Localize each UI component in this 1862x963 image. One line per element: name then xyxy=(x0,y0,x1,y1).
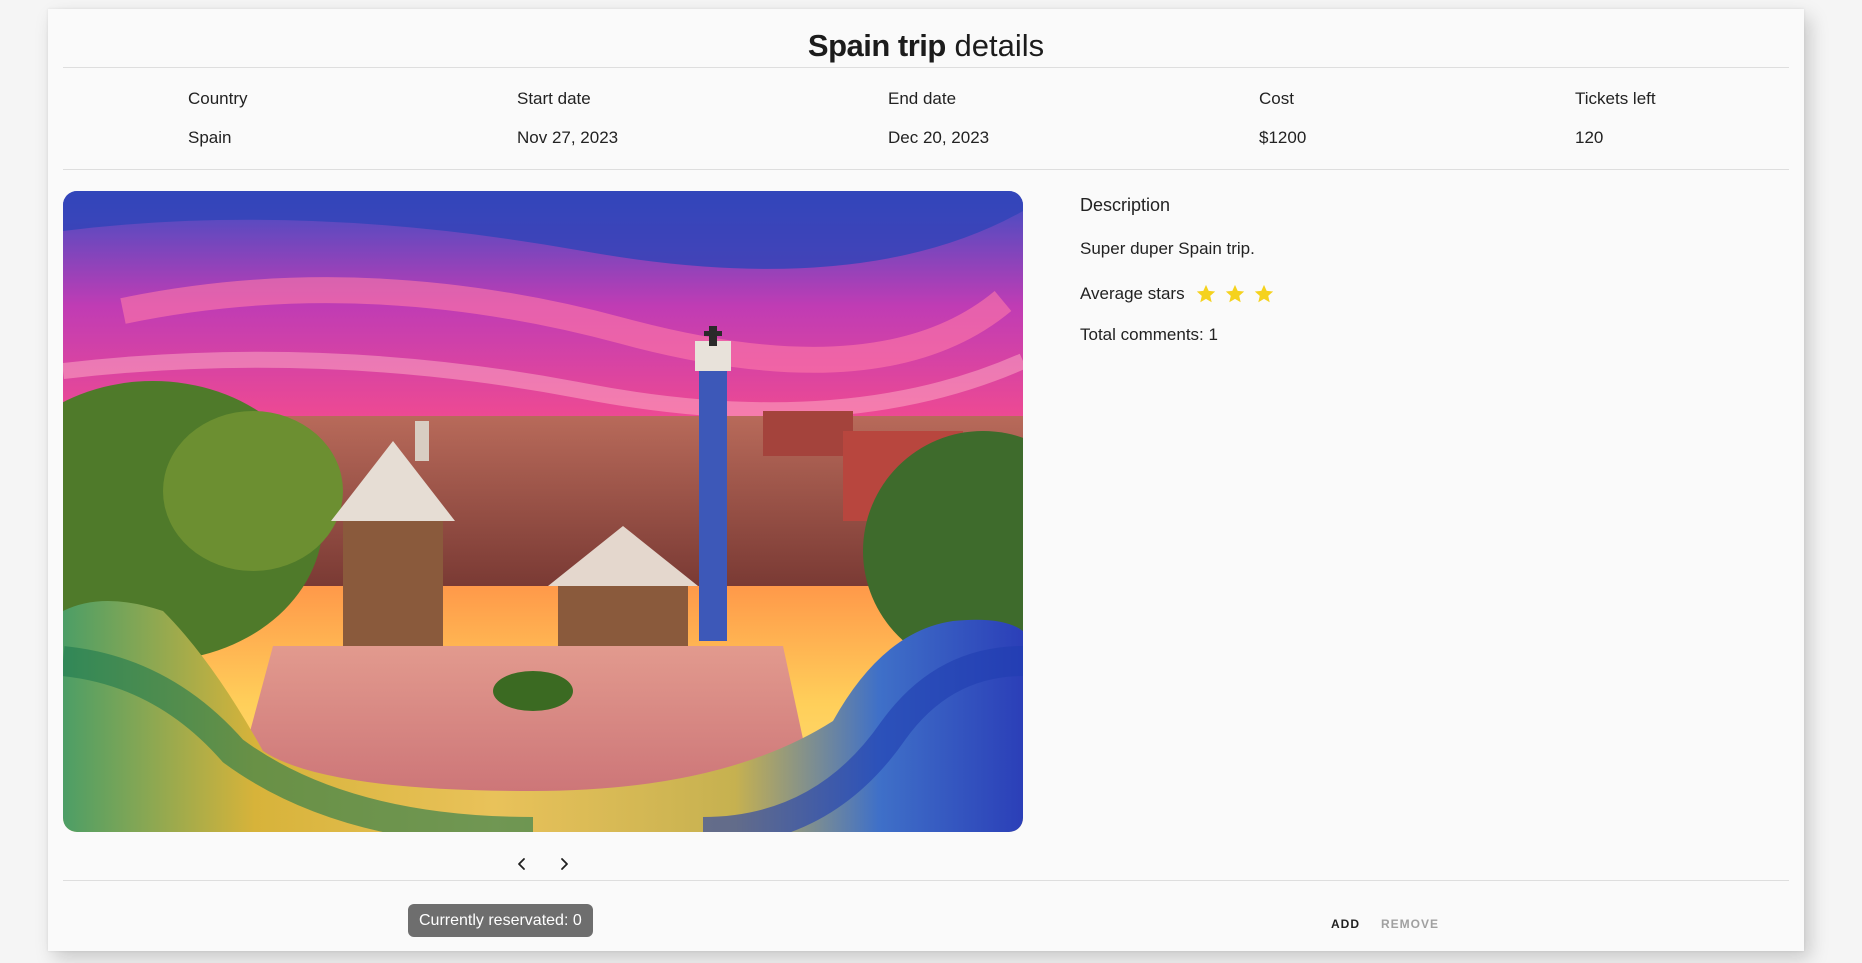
column-header: Start date xyxy=(517,89,591,108)
column-header: Cost xyxy=(1259,89,1294,108)
chevron-left-icon xyxy=(518,858,525,870)
average-stars: Average stars xyxy=(1080,283,1282,305)
trip-info-table: Country Spain Start date Nov 27, 2023 En… xyxy=(48,89,1804,169)
title-suffix: details xyxy=(954,28,1045,63)
cell-value: $1200 xyxy=(1259,128,1307,147)
star-icon xyxy=(1225,284,1244,303)
total-comments: Total comments: 1 xyxy=(1080,325,1218,344)
chevron-right-icon xyxy=(561,858,568,870)
column-header: End date xyxy=(888,89,957,108)
divider xyxy=(63,880,1789,881)
cell-value: Dec 20, 2023 xyxy=(888,128,990,147)
cell-value: Spain xyxy=(188,128,232,147)
cell-value: 120 xyxy=(1575,128,1604,147)
column-header: Tickets left xyxy=(1575,89,1656,108)
trip-photo xyxy=(63,191,1023,832)
remove-reservation-button[interactable]: REMOVE xyxy=(1381,917,1439,931)
next-photo-button[interactable] xyxy=(552,852,576,876)
average-stars-label: Average stars xyxy=(1080,284,1185,303)
divider xyxy=(63,169,1789,170)
divider xyxy=(63,67,1789,68)
trip-name: Spain trip xyxy=(807,28,946,63)
add-reservation-button[interactable]: ADD xyxy=(1331,917,1360,931)
cell-value: Nov 27, 2023 xyxy=(517,128,619,147)
description-heading: Description xyxy=(1080,195,1171,215)
reservation-badge: Currently reservated: 0 xyxy=(408,904,593,937)
column-header: Country xyxy=(188,89,248,108)
trip-details-card: Spain trip details Country Spain Start d… xyxy=(48,9,1804,951)
page-title: Spain trip details xyxy=(48,23,1804,69)
star-icon xyxy=(1196,284,1215,303)
prev-photo-button[interactable] xyxy=(510,852,534,876)
star-icon xyxy=(1254,284,1273,303)
description-text: Super duper Spain trip. xyxy=(1080,239,1255,258)
